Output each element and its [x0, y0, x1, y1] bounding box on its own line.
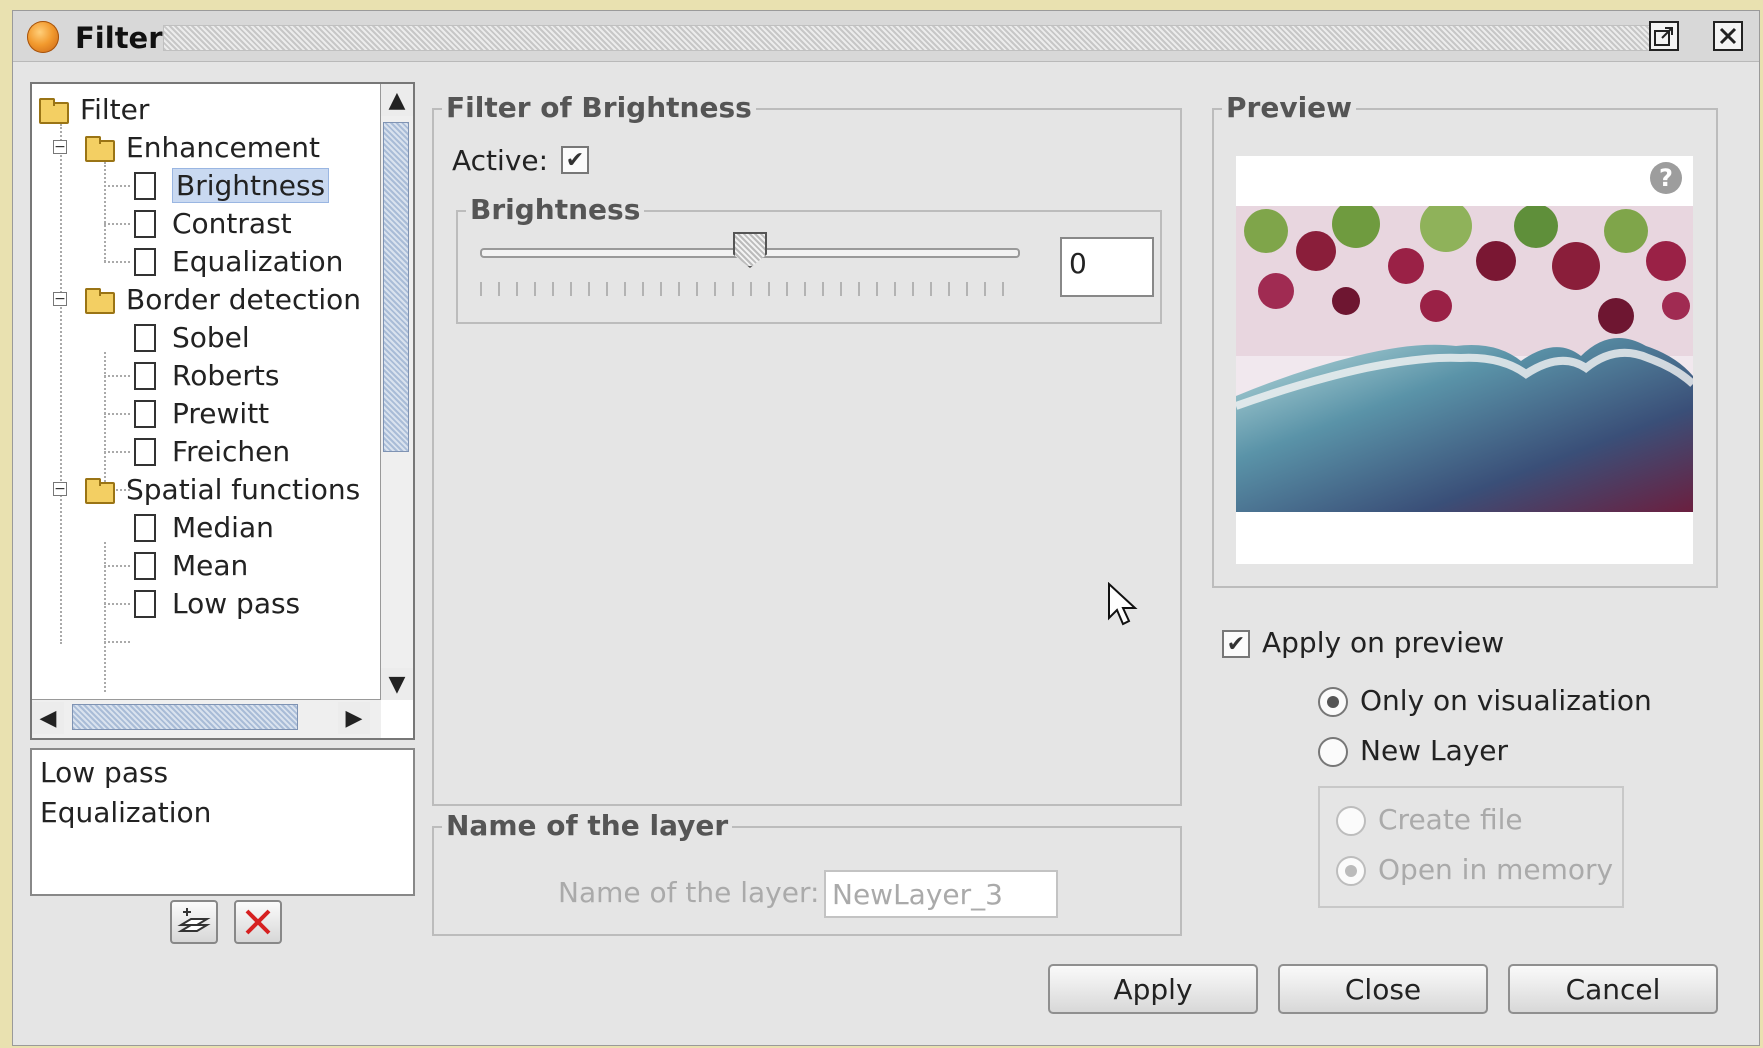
- window-title: Filter: [75, 21, 163, 55]
- tree-node-prewitt[interactable]: Prewitt: [130, 394, 269, 432]
- brightness-group: Brightness: [456, 193, 1162, 324]
- brightness-legend: Brightness: [466, 193, 645, 226]
- file-icon: [130, 590, 160, 618]
- folder-open-icon: [84, 134, 115, 162]
- title-grip: [163, 25, 1667, 51]
- file-icon: [130, 514, 160, 542]
- list-item[interactable]: Equalization: [40, 796, 211, 829]
- tree-node-filter[interactable]: Filter: [38, 90, 149, 128]
- collapse-icon[interactable]: −: [53, 292, 67, 306]
- file-icon: [130, 552, 160, 580]
- folder-open-icon: [84, 476, 115, 504]
- folder-open-icon: [84, 286, 115, 314]
- applied-filters-list[interactable]: Low pass Equalization: [30, 748, 415, 896]
- maximize-icon[interactable]: [1649, 21, 1679, 51]
- filter-tree[interactable]: Filter − Enhancement Brightness Contrast…: [30, 82, 415, 740]
- tree-vertical-scrollbar[interactable]: ▲ ▼: [380, 84, 413, 700]
- tree-node-sobel[interactable]: Sobel: [130, 318, 250, 356]
- filter-settings-legend: Filter of Brightness: [442, 91, 756, 124]
- open-in-memory-radio: [1336, 856, 1366, 886]
- slider-ticks: [480, 282, 1020, 296]
- layer-name-input[interactable]: NewLayer_3: [824, 870, 1058, 918]
- collapse-icon[interactable]: −: [53, 482, 67, 496]
- tree-node-low-pass[interactable]: Low pass: [130, 584, 300, 622]
- active-checkbox[interactable]: ✔: [561, 146, 589, 174]
- only-on-visualization-radio[interactable]: [1318, 687, 1348, 717]
- tree-node-equalization[interactable]: Equalization: [130, 242, 343, 280]
- file-icon: [130, 210, 160, 238]
- list-item[interactable]: Low pass: [40, 756, 168, 789]
- active-label: Active:: [452, 144, 549, 177]
- delete-filter-button[interactable]: [234, 900, 282, 944]
- open-in-memory-label: Open in memory: [1378, 853, 1614, 886]
- close-window-icon[interactable]: [1713, 21, 1743, 51]
- collapse-icon[interactable]: −: [53, 140, 67, 154]
- tree-horizontal-scrollbar[interactable]: ◀ ▶: [32, 699, 381, 738]
- mouse-cursor-icon: [1108, 582, 1138, 626]
- tree-node-border-detection[interactable]: Border detection: [84, 280, 361, 318]
- tree-node-mean[interactable]: Mean: [130, 546, 248, 584]
- tree-node-roberts[interactable]: Roberts: [130, 356, 279, 394]
- apply-button[interactable]: Apply: [1048, 964, 1258, 1014]
- file-icon: [130, 172, 160, 200]
- create-file-radio: [1336, 806, 1366, 836]
- delete-icon: [245, 909, 271, 935]
- brightness-value-field[interactable]: 0: [1060, 237, 1154, 297]
- tree-node-contrast[interactable]: Contrast: [130, 204, 292, 242]
- create-file-label: Create file: [1378, 803, 1523, 836]
- apply-on-preview-checkbox[interactable]: ✔: [1222, 630, 1250, 658]
- preview-legend: Preview: [1222, 91, 1357, 124]
- folder-open-icon: [38, 96, 69, 124]
- help-icon[interactable]: ?: [1650, 162, 1682, 194]
- horizontal-scroll-thumb[interactable]: [72, 704, 298, 730]
- file-icon: [130, 248, 160, 276]
- scroll-up-icon[interactable]: ▲: [381, 84, 413, 116]
- tree-node-brightness[interactable]: Brightness: [130, 166, 330, 204]
- new-layer-label: New Layer: [1360, 734, 1509, 767]
- scroll-right-icon[interactable]: ▶: [338, 702, 370, 734]
- file-icon: [130, 400, 160, 428]
- layer-name-legend: Name of the layer: [442, 809, 733, 842]
- add-layer-button[interactable]: [170, 900, 218, 944]
- file-icon: [130, 438, 160, 466]
- add-layer-icon: [177, 908, 211, 932]
- tree-node-median[interactable]: Median: [130, 508, 274, 546]
- tree-node-freichen[interactable]: Freichen: [130, 432, 290, 470]
- title-bar[interactable]: Filter: [13, 11, 1759, 62]
- scroll-left-icon[interactable]: ◀: [32, 702, 64, 734]
- tree-node-spatial-functions[interactable]: Spatial functions: [84, 470, 360, 508]
- new-layer-radio[interactable]: [1318, 737, 1348, 767]
- sextante-logo-icon: [27, 21, 59, 53]
- file-icon: [130, 324, 160, 352]
- tree-node-enhancement[interactable]: Enhancement: [84, 128, 320, 166]
- vertical-scroll-thumb[interactable]: [383, 122, 409, 452]
- apply-on-preview-label: Apply on preview: [1262, 626, 1505, 659]
- close-button[interactable]: Close: [1278, 964, 1488, 1014]
- layer-name-label: Name of the layer:: [558, 876, 820, 909]
- file-icon: [130, 362, 160, 390]
- preview-image: [1236, 206, 1693, 512]
- only-on-visualization-label: Only on visualization: [1360, 684, 1652, 717]
- scroll-down-icon[interactable]: ▼: [381, 668, 413, 700]
- cancel-button[interactable]: Cancel: [1508, 964, 1718, 1014]
